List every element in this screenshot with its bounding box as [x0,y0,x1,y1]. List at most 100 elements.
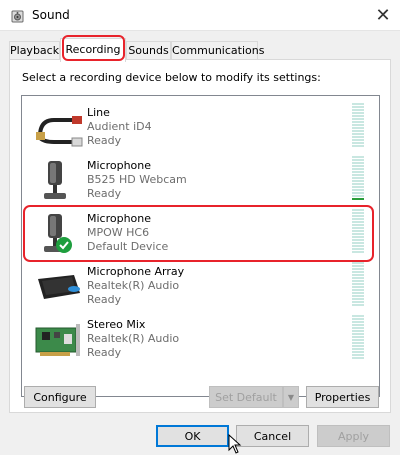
meter-bar [352,221,364,223]
meter-bar [352,145,364,147]
device-item-stereo-mix[interactable]: Stereo Mix Realtek(R) Audio Ready [22,312,379,365]
meter-bar [352,318,364,320]
device-detail: Realtek(R) Audio [87,279,180,292]
speaker-icon [11,10,24,23]
meter-bar [352,195,364,197]
device-name: Microphone [87,212,152,225]
meter-bar [352,156,364,158]
meter-bar [352,218,364,220]
meter-bar [352,189,364,191]
meter-bar [352,186,364,188]
meter-bar [352,286,364,288]
device-status: Ready [87,134,122,147]
meter-bar [352,121,364,123]
meter-bar [352,183,364,185]
device-detail: Realtek(R) Audio [87,332,180,345]
meter-bar [352,239,364,241]
cancel-button[interactable]: Cancel [236,425,309,447]
meter-bar [352,324,364,326]
close-button[interactable]: ✕ [366,0,400,31]
tab-playback[interactable]: Playback [9,41,60,60]
meter-bar [352,168,364,170]
meter-bar [352,127,364,129]
meter-bar [352,304,364,306]
meter-bar [352,192,364,194]
set-default-dropdown[interactable]: ▼ [283,386,299,408]
meter-bar [352,212,364,214]
meter-bar [352,330,364,332]
meter-bar [352,112,364,114]
meter-bar [352,233,364,235]
meter-bar [352,171,364,173]
set-default-label: Set Default [215,390,277,404]
meter-bar [352,242,364,244]
meter-bar [352,162,364,164]
device-name: Stereo Mix [87,318,146,331]
device-name: Microphone [87,159,152,172]
meter-bar [352,115,364,117]
device-item-line[interactable]: Line Audient iD4 Ready [22,100,379,153]
meter-bar [352,292,364,294]
meter-bar [352,159,364,161]
meter-bar [352,333,364,335]
device-detail: MPOW HC6 [87,226,150,239]
tab-communications-label: Communications [172,44,265,57]
meter-bar [352,348,364,350]
meter-bar [352,109,364,111]
recording-panel: Select a recording device below to modif… [9,59,391,413]
ok-label: OK [184,429,201,443]
device-name: Line [87,106,110,119]
properties-label: Properties [314,390,371,404]
meter-bar [352,118,364,120]
meter-bar [352,357,364,359]
device-status: Default Device [87,240,169,253]
meter-bar [352,342,364,344]
meter-bar [352,177,364,179]
device-item-microphone-webcam[interactable]: Microphone B525 HD Webcam Ready [22,153,379,206]
meter-bar [352,139,364,141]
device-list[interactable]: Line Audient iD4 Ready Microphone B525 H… [21,95,380,397]
level-meter [352,209,364,256]
meter-bar [352,274,364,276]
microphone-default-icon [44,214,72,253]
meter-bar [352,301,364,303]
configure-label: Configure [33,390,87,404]
meter-bar [352,106,364,108]
sound-card-icon [35,324,80,356]
tab-sounds[interactable]: Sounds [126,41,171,60]
properties-button[interactable]: Properties [306,386,379,408]
tab-sounds-label: Sounds [128,44,169,57]
ok-button[interactable]: OK [156,425,229,447]
instruction-text: Select a recording device below to modif… [22,71,321,84]
set-default-button[interactable]: Set Default [209,386,283,408]
configure-button[interactable]: Configure [24,386,96,408]
meter-bar [352,142,364,144]
meter-bar [352,327,364,329]
device-item-microphone-default[interactable]: Microphone MPOW HC6 Default Device [22,206,379,259]
tab-recording[interactable]: Recording [60,38,126,62]
apply-label: Apply [337,429,370,443]
meter-bar [352,336,364,338]
line-in-icon [36,116,83,147]
meter-bar [352,315,364,317]
apply-button[interactable]: Apply [317,425,390,447]
cancel-label: Cancel [253,429,292,443]
meter-bar [352,227,364,229]
meter-bar [352,130,364,132]
device-item-microphone-array[interactable]: Microphone Array Realtek(R) Audio Ready [22,259,379,312]
meter-bar [352,245,364,247]
meter-bar [352,209,364,211]
meter-bar [352,289,364,291]
meter-bar [352,133,364,135]
device-name: Microphone Array [87,265,185,278]
meter-bar [352,262,364,264]
level-meter [352,156,364,203]
meter-bar [352,298,364,300]
tab-communications[interactable]: Communications [171,41,264,60]
meter-bar [352,165,364,167]
window-title: Sound [32,8,70,22]
meter-bar [352,230,364,232]
meter-bar [352,280,364,282]
microphone-icon [44,161,66,199]
meter-bar [352,351,364,353]
